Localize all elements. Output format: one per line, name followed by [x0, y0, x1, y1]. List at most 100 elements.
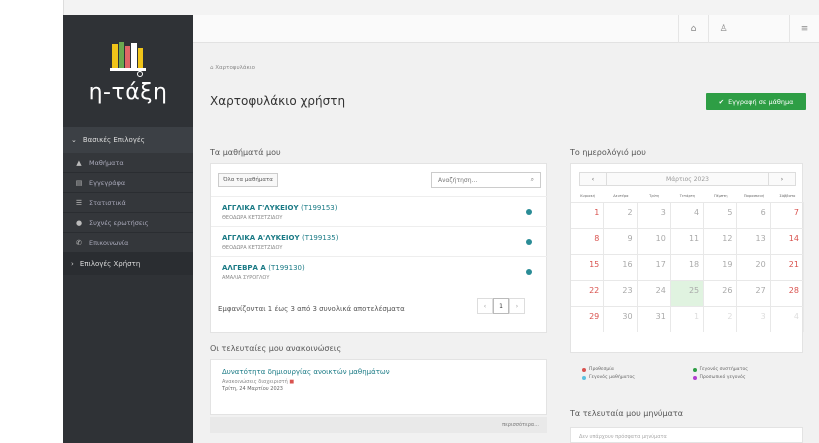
calendar-day[interactable]: 15	[571, 254, 605, 280]
calendar-day[interactable]: 3	[737, 306, 771, 332]
calendar-day[interactable]: 28	[770, 280, 804, 306]
course-teacher: ΘΕΟΔΩΡΑ ΚΕΤΣΕΤΖΙΔΟΥ	[222, 245, 283, 251]
calendar-day[interactable]: 20	[737, 254, 771, 280]
home-button[interactable]: ⌂	[678, 15, 708, 43]
announcements-title: Οι τελευταίες μου ανακοινώσεις	[210, 344, 342, 353]
breadcrumb-item: Χαρτοφυλάκιο	[215, 65, 255, 71]
pagination: ‹ 1 ›	[477, 298, 525, 314]
calendar-day[interactable]: 17	[637, 254, 671, 280]
calendar-day[interactable]: 8	[571, 228, 605, 254]
calendar-day[interactable]: 23	[604, 280, 638, 306]
legend-dot-icon	[582, 367, 586, 372]
calendar-day[interactable]: 19	[704, 254, 738, 280]
sidebar-item-stats[interactable]: ☰ Στατιστικά	[63, 193, 193, 213]
sidebar-item-documents[interactable]: ▤ Εγγεγράφα	[63, 173, 193, 193]
calendar-day[interactable]: 29	[571, 306, 605, 332]
calendar-day[interactable]: 14	[770, 228, 804, 254]
search-placeholder: Αναζήτηση...	[438, 176, 478, 184]
calendar-day[interactable]: 6	[737, 202, 771, 228]
calendar-day[interactable]: 9	[604, 228, 638, 254]
calendar-day[interactable]: 2	[704, 306, 738, 332]
calendar-day[interactable]: 12	[704, 228, 738, 254]
all-courses-button[interactable]: Όλα τα μαθήματα	[218, 173, 278, 187]
sidebar-item-contact[interactable]: ✆ Επικοινωνία	[63, 233, 193, 253]
sidebar-item-courses[interactable]: ▲ Μαθήματα	[63, 153, 193, 173]
announcement-source: Ανακοινώσεις διαχειριστή ■	[222, 379, 535, 385]
settings-button[interactable]: ≡	[789, 15, 819, 43]
calendar-day[interactable]: 13	[737, 228, 771, 254]
more-announcements-link[interactable]: περισσότερα...	[210, 417, 547, 433]
legend-label: Γεγονός μαθήματος	[589, 375, 636, 380]
messages-empty: Δεν υπάρχουν πρόσφατα μηνύματα	[579, 434, 667, 440]
nav-user-header[interactable]: › Επιλογές Χρήστη	[63, 253, 193, 275]
calendar-day[interactable]: 27	[737, 280, 771, 306]
legend-dot-icon	[582, 375, 586, 380]
file-icon: ▤	[75, 178, 83, 187]
calendar-day[interactable]: 18	[670, 254, 705, 280]
user-button[interactable]: ♙	[708, 15, 738, 43]
calendar-day[interactable]: 11	[670, 228, 705, 254]
calendar-dow: Κυριακή	[580, 194, 595, 198]
calendar-grid: Κυριακή Δευτέρα Τρίτη Τετάρτη Πέμπτη Παρασκευ…	[571, 190, 804, 332]
calendar-prev-button[interactable]: ‹	[579, 172, 607, 186]
calendar-day[interactable]: 21	[770, 254, 804, 280]
sidebar-item-faq[interactable]: ● Συχνές ερωτήσεις	[63, 213, 193, 233]
graduation-cap-icon: ▲	[76, 158, 82, 167]
calendar-day[interactable]: 2	[604, 202, 638, 228]
course-link[interactable]: ΑΛΓΕΒΡΑ Α (Τ199130)	[222, 264, 548, 272]
question-icon: ●	[75, 218, 83, 227]
legend-label: Προθεσμία	[589, 367, 614, 372]
course-code: (Τ199153)	[301, 204, 338, 212]
course-row[interactable]: ΑΛΓΕΒΡΑ Α (Τ199130) ΑΜΑΛΙΑ ΣΥΡΟΓΛΟΥ	[211, 256, 548, 286]
nav-basic-label: Βασικές Επιλογές	[82, 136, 145, 144]
course-row[interactable]: ΑΓΓΛΙΚΑ Α'ΛΥΚΕΙΟΥ (Τ199135) ΘΕΟΔΩΡΑ ΚΕΤΣ…	[211, 226, 548, 256]
sidebar-item-label: Εγγεγράφα	[89, 178, 126, 187]
logo[interactable]: η-τάξη	[63, 15, 193, 127]
course-row[interactable]: ΑΓΓΛΙΚΑ Γ'ΛΥΚΕΙΟΥ (Τ199153) ΘΕΟΔΩΡΑ ΚΕΤΣ…	[211, 196, 548, 226]
lock-icon: ■	[289, 379, 295, 385]
legend-item: Προθεσμία	[582, 367, 693, 372]
status-dot-icon	[526, 209, 532, 215]
calendar-day[interactable]: 22	[571, 280, 605, 306]
enroll-course-button[interactable]: ✔ Εγγραφή σε μάθημα	[706, 93, 806, 110]
legend-dot-icon	[692, 375, 697, 380]
calendar-day[interactable]: 4	[770, 306, 804, 332]
pager-prev-button[interactable]: ‹	[477, 298, 493, 314]
calendar-day[interactable]: 31	[637, 306, 671, 332]
search-input[interactable]: Αναζήτηση... ⌕	[431, 172, 541, 188]
topbar: ⌂ ♙ ≡	[193, 15, 819, 43]
calendar-day[interactable]: 4	[670, 202, 705, 228]
courses-panel: Όλα τα μαθήματα Αναζήτηση... ⌕ ΑΓΓΛΙΚΑ Γ…	[210, 163, 548, 333]
chevron-right-icon: ›	[71, 260, 74, 268]
announcement-link[interactable]: Δυνατότητα δημιουργίας ανοικτών μαθημάτω…	[222, 368, 535, 376]
calendar-next-button[interactable]: ›	[768, 172, 796, 186]
nav-user-label: Επιλογές Χρήστη	[79, 260, 141, 268]
breadcrumb[interactable]: ⌂ Χαρτοφυλάκιο	[210, 65, 255, 71]
calendar-day[interactable]: 1	[670, 306, 705, 332]
sidebar-item-label: Μαθήματα	[89, 158, 124, 167]
pager-page-button[interactable]: 1	[493, 298, 509, 314]
course-code: (Τ199130)	[268, 264, 305, 272]
calendar-day[interactable]: 1	[571, 202, 605, 228]
calendar-day[interactable]: 5	[704, 202, 738, 228]
calendar-day[interactable]: 7	[770, 202, 804, 228]
course-link[interactable]: ΑΓΓΛΙΚΑ Γ'ΛΥΚΕΙΟΥ (Τ199153)	[222, 204, 548, 212]
announcements-section: Οι τελευταίες μου ανακοινώσεις Δυνατότητ…	[210, 341, 547, 433]
calendar-day[interactable]: 25	[670, 280, 705, 306]
calendar-day[interactable]: 30	[604, 306, 638, 332]
search-icon: ⌕	[530, 176, 534, 183]
calendar-day[interactable]: 24	[637, 280, 671, 306]
calendar-day[interactable]: 26	[704, 280, 738, 306]
pager-next-button[interactable]: ›	[509, 298, 525, 314]
legend-item: Γεγονός μαθήματος	[582, 375, 693, 380]
sidebar-item-label: Στατιστικά	[89, 198, 126, 207]
check-icon: ✔	[718, 97, 725, 106]
calendar-day[interactable]: 10	[637, 228, 671, 254]
list-icon: ☰	[75, 198, 83, 207]
calendar-day[interactable]: 3	[637, 202, 671, 228]
legend-item: Προσωπικό γεγονός	[692, 375, 804, 380]
calendar-day[interactable]: 16	[604, 254, 638, 280]
course-link[interactable]: ΑΓΓΛΙΚΑ Α'ΛΥΚΕΙΟΥ (Τ199135)	[222, 234, 548, 242]
nav-basic-header[interactable]: ⌄ Βασικές Επιλογές	[63, 127, 193, 153]
calendar-dow: Σάββατο	[779, 194, 796, 198]
